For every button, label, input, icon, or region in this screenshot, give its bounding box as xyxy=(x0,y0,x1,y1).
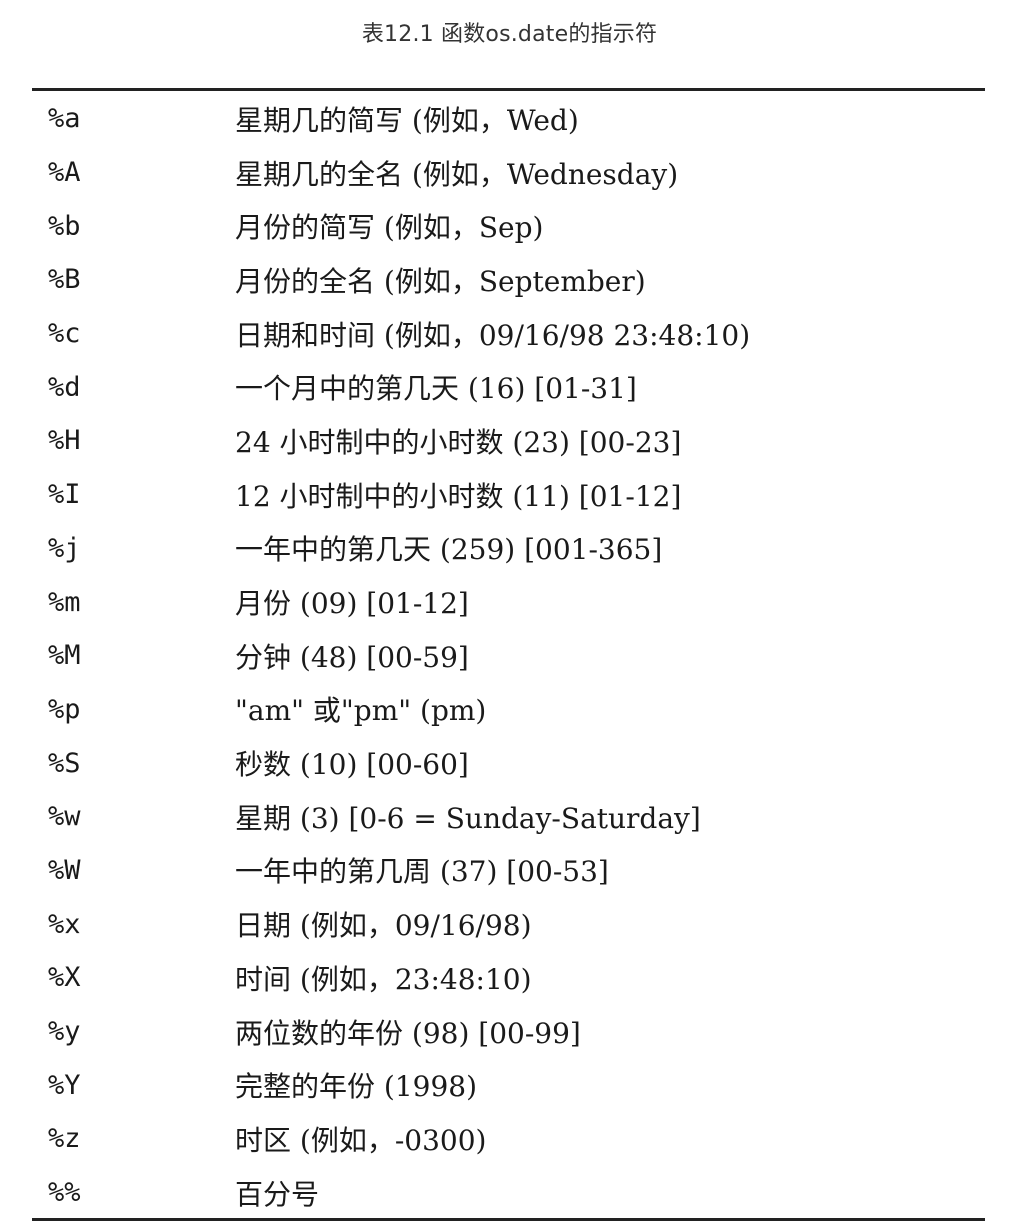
table-row: %W 一年中的第几周 (37) [00-53] xyxy=(48,844,978,898)
directive-code: %d xyxy=(48,371,81,403)
table-row: %A 星期几的全名 (例如，Wednesday) xyxy=(48,146,978,200)
directive-code: %M xyxy=(48,640,81,672)
directive-code: %a xyxy=(48,103,81,135)
directive-description: 星期 (3) [0-6 = Sunday-Saturday] xyxy=(235,801,701,835)
table-caption: 表12.1 函数os.date的指示符 xyxy=(361,22,658,47)
table-row: %M 分钟 (48) [00-59] xyxy=(48,629,978,683)
directive-code: %m xyxy=(48,586,81,618)
directive-code: %A xyxy=(48,157,81,189)
table-row: %X 时间 (例如，23:48:10) xyxy=(48,951,978,1005)
directive-description: 月份的简写 (例如，Sep) xyxy=(235,211,544,245)
table-row: %p "am" 或"pm" (pm) xyxy=(48,683,978,737)
directive-description: 一年中的第几天 (259) [001-365] xyxy=(235,533,663,567)
directive-description: 星期几的全名 (例如，Wednesday) xyxy=(235,157,679,191)
directive-description: 时区 (例如，-0300) xyxy=(235,1123,487,1157)
directive-code: %x xyxy=(48,908,81,940)
directive-description: "am" 或"pm" (pm) xyxy=(235,694,487,728)
directive-code: %B xyxy=(48,264,81,296)
directive-code: %c xyxy=(48,318,81,350)
directive-description: 完整的年份 (1998) xyxy=(235,1070,478,1104)
table-row: %H 24 小时制中的小时数 (23) [00-23] xyxy=(48,414,978,468)
table-row: %d 一个月中的第几天 (16) [01-31] xyxy=(48,360,978,414)
directive-description: 两位数的年份 (98) [00-99] xyxy=(235,1016,581,1050)
table-row: %a 星期几的简写 (例如，Wed) xyxy=(48,92,978,146)
directive-description: 日期和时间 (例如，09/16/98 23:48:10) xyxy=(235,318,751,352)
directive-code: %W xyxy=(48,854,81,886)
directive-code: %z xyxy=(48,1123,81,1155)
table-row: %S 秒数 (10) [00-60] xyxy=(48,736,978,790)
directive-description: 24 小时制中的小时数 (23) [00-23] xyxy=(235,425,682,459)
table-row: %B 月份的全名 (例如，September) xyxy=(48,253,978,307)
directive-description: 时间 (例如，23:48:10) xyxy=(235,962,532,996)
directive-code: %X xyxy=(48,962,81,994)
table-row: %Y 完整的年份 (1998) xyxy=(48,1058,978,1112)
table-row: %z 时区 (例如，-0300) xyxy=(48,1112,978,1166)
table-row: %I 12 小时制中的小时数 (11) [01-12] xyxy=(48,468,978,522)
directive-description: 月份的全名 (例如，September) xyxy=(235,264,646,298)
directive-code: %I xyxy=(48,479,81,511)
table-row: %x 日期 (例如，09/16/98) xyxy=(48,897,978,951)
directive-description: 一个月中的第几天 (16) [01-31] xyxy=(235,372,637,406)
table-row: %j 一年中的第几天 (259) [001-365] xyxy=(48,522,978,576)
directive-description: 一年中的第几周 (37) [00-53] xyxy=(235,855,609,889)
directive-description: 秒数 (10) [00-60] xyxy=(235,748,469,782)
table-top-rule xyxy=(32,88,985,91)
directive-code: %H xyxy=(48,425,81,457)
table-row: %c 日期和时间 (例如，09/16/98 23:48:10) xyxy=(48,307,978,361)
directive-code: %y xyxy=(48,1016,81,1048)
table-bottom-rule xyxy=(32,1218,985,1221)
table-row: %m 月份 (09) [01-12] xyxy=(48,575,978,629)
directive-description: 分钟 (48) [00-59] xyxy=(235,640,469,674)
directive-code: %b xyxy=(48,210,81,242)
directive-code: %j xyxy=(48,532,81,564)
directive-description: 星期几的简写 (例如，Wed) xyxy=(235,103,579,137)
directive-code: %S xyxy=(48,747,81,779)
table-row: %y 两位数的年份 (98) [00-99] xyxy=(48,1005,978,1059)
directive-description: 12 小时制中的小时数 (11) [01-12] xyxy=(235,479,682,513)
directive-table: %a 星期几的简写 (例如，Wed) %A 星期几的全名 (例如，Wednesd… xyxy=(48,92,978,1219)
directive-description: 日期 (例如，09/16/98) xyxy=(235,909,532,943)
table-row: %w 星期 (3) [0-6 = Sunday-Saturday] xyxy=(48,790,978,844)
directive-code: %% xyxy=(48,1177,81,1209)
directive-code: %p xyxy=(48,693,81,725)
directive-description: 百分号 xyxy=(235,1177,320,1211)
directive-description: 月份 (09) [01-12] xyxy=(235,587,469,621)
table-row: %% 百分号 xyxy=(48,1166,978,1220)
table-row: %b 月份的简写 (例如，Sep) xyxy=(48,199,978,253)
directive-code: %Y xyxy=(48,1069,81,1101)
directive-code: %w xyxy=(48,801,81,833)
